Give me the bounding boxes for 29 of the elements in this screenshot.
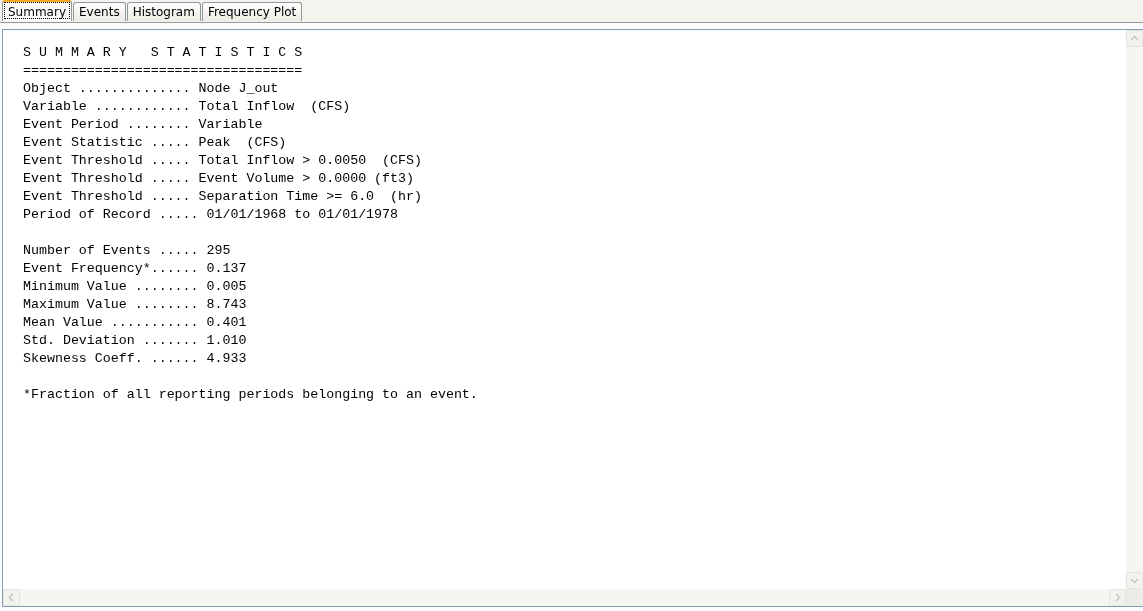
report-line: Event Period ........ Variable — [23, 116, 263, 134]
report-line: Std. Deviation ....... 1.010 — [23, 332, 247, 350]
scroll-left-icon[interactable] — [3, 589, 20, 606]
report-line: Variable ............ Total Inflow (CFS) — [23, 98, 351, 116]
tab[interactable]: Histogram — [126, 2, 201, 21]
report-line: Period of Record ..... 01/01/1968 to 01/01/1978 — [23, 206, 399, 224]
report-line: *Fraction of all reporting periods belonging to an event. — [23, 386, 478, 404]
scroll-down-icon[interactable] — [1126, 572, 1143, 589]
report-line: Minimum Value ........ 0.005 — [23, 278, 247, 296]
vertical-scrollbar[interactable] — [1126, 30, 1143, 589]
report-line: Event Threshold ..... Separation Time >= 6.0 (hr) — [23, 188, 422, 206]
report-line: Mean Value ........... 0.401 — [23, 314, 247, 332]
report-line: Event Frequency*...... 0.137 — [23, 260, 247, 278]
report-line: =================================== — [23, 62, 303, 80]
report-line: Number of Events ..... 295 — [23, 242, 231, 260]
tab[interactable]: Summary — [2, 0, 72, 21]
scroll-right-icon[interactable] — [1109, 589, 1126, 606]
report-line: Maximum Value ........ 8.743 — [23, 296, 247, 314]
tab[interactable]: Events — [73, 2, 126, 21]
report-line: Object .............. Node J_out — [23, 80, 279, 98]
tab[interactable]: Frequency Plot — [201, 2, 303, 21]
scrollbar-corner — [1126, 589, 1143, 606]
horizontal-scrollbar[interactable] — [3, 589, 1126, 606]
report-line: Event Threshold ..... Event Volume > 0.0000 (ft3) — [23, 170, 414, 188]
report-line: Event Statistic ..... Peak (CFS) — [23, 134, 287, 152]
report-line: Skewness Coeff. ...... 4.933 — [23, 350, 247, 368]
report-line: S U M M A R Y S T A T I S T I C S — [23, 44, 303, 62]
scroll-up-icon[interactable] — [1126, 30, 1143, 47]
report-line: Event Threshold ..... Total Inflow > 0.0050 (CFS) — [23, 152, 422, 170]
